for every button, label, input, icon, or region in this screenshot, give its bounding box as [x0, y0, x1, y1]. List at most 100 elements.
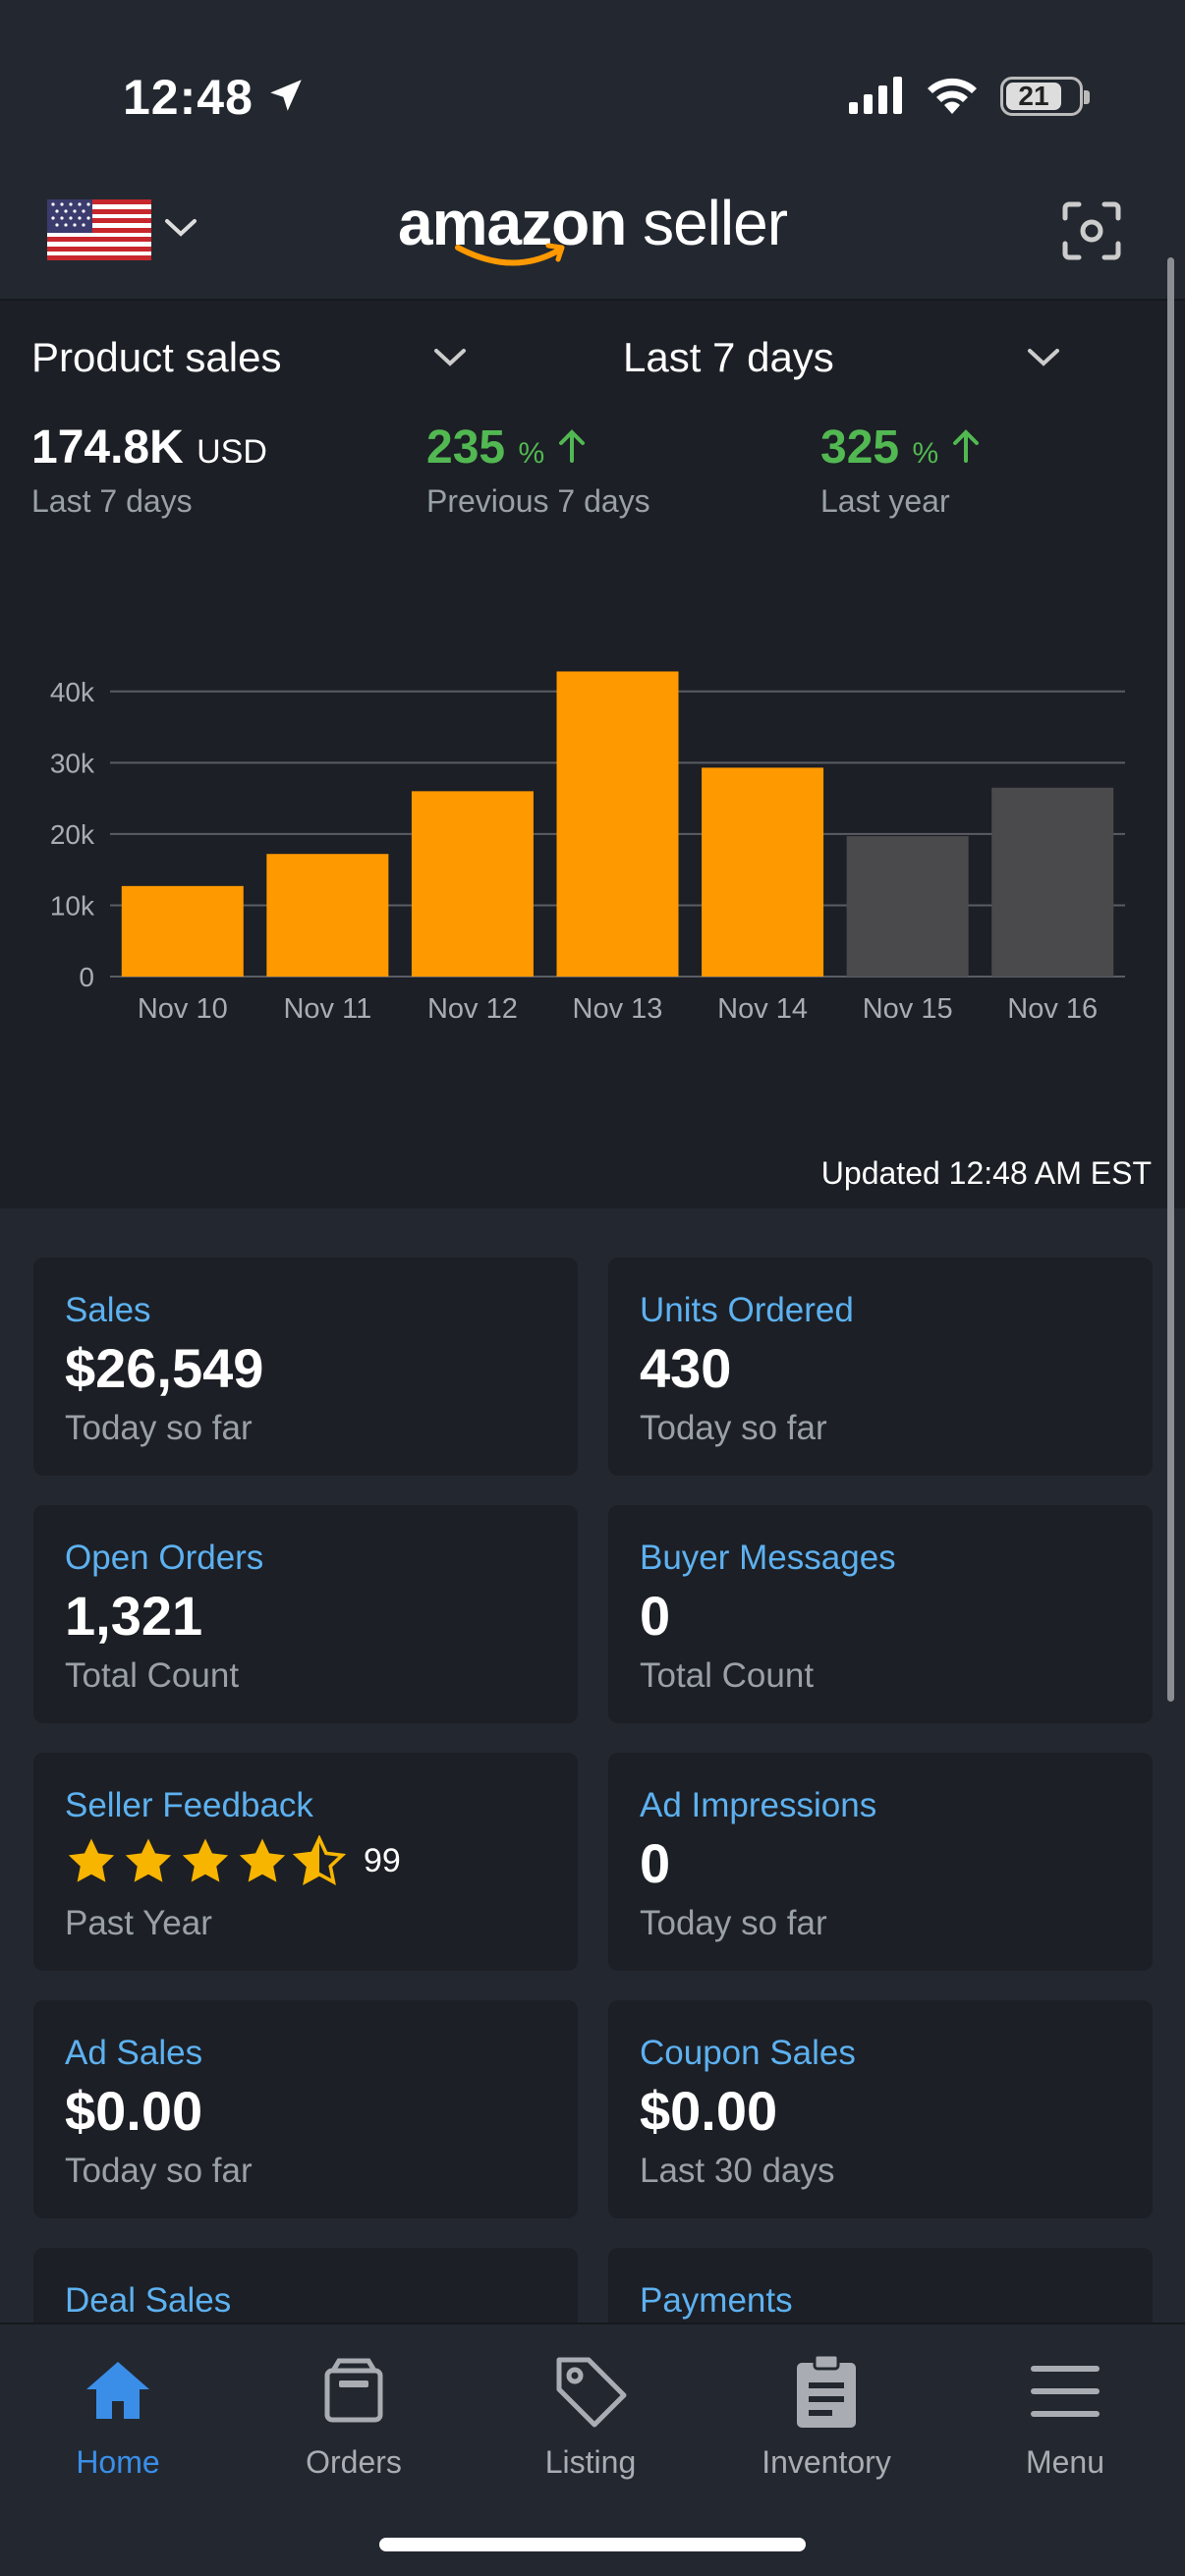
- card-ad-sales[interactable]: Ad Sales $0.00 Today so far: [33, 2000, 578, 2218]
- y-tick-label: 0: [79, 962, 94, 992]
- y-tick-label: 40k: [50, 677, 95, 707]
- tab-label: Listing: [544, 2444, 637, 2480]
- card-title: Open Orders: [65, 1539, 264, 1577]
- battery-icon: 21: [1000, 77, 1090, 116]
- star-full-icon: [68, 1838, 115, 1882]
- card-title: Units Ordered: [640, 1291, 854, 1329]
- x-tick-label: Nov 12: [427, 993, 518, 1025]
- card-value: 0: [640, 1832, 671, 1894]
- card-title: Deal Sales: [65, 2281, 232, 2320]
- home-icon: [20, 2344, 216, 2438]
- total-sales-unit: USD: [197, 433, 267, 471]
- x-tick-label: Nov 16: [1007, 993, 1098, 1025]
- card-buyer-messages[interactable]: Buyer Messages 0 Total Count: [608, 1505, 1153, 1723]
- last-year-label: Last year: [820, 483, 950, 519]
- tab-menu[interactable]: Menu: [967, 2344, 1163, 2481]
- bar-nov-11[interactable]: [266, 854, 389, 977]
- chevron-down-icon[interactable]: [1026, 346, 1061, 369]
- hamburger-icon: [967, 2344, 1163, 2438]
- bar-nov-16[interactable]: [991, 787, 1114, 977]
- bar-nov-10[interactable]: [121, 885, 244, 977]
- card-subtitle: Total Count: [640, 1656, 815, 1695]
- card-title: Sales: [65, 1291, 151, 1329]
- star-full-icon: [239, 1838, 286, 1882]
- arrow-up-icon: [953, 429, 980, 463]
- battery-level: 21: [1018, 81, 1049, 111]
- y-tick-label: 20k: [50, 819, 95, 850]
- tab-listing[interactable]: Listing: [492, 2344, 689, 2481]
- scrollbar[interactable]: [1167, 257, 1174, 1702]
- tab-home[interactable]: Home: [20, 2344, 216, 2481]
- card-value: $0.00: [640, 2080, 778, 2142]
- cellular-signal-icon: [849, 77, 902, 114]
- sales-summary: Product sales Last 7 days 174.8K USD Las…: [0, 301, 1185, 1208]
- logo-sub-text: seller: [643, 188, 788, 258]
- x-tick-label: Nov 11: [283, 993, 371, 1025]
- chevron-down-icon[interactable]: [432, 346, 468, 369]
- prev-period-change: 235 %: [426, 420, 587, 475]
- wifi-icon: [928, 78, 977, 114]
- card-coupon-sales[interactable]: Coupon Sales $0.00 Last 30 days: [608, 2000, 1153, 2218]
- updated-timestamp: Updated 12:48 AM EST: [820, 1155, 1152, 1191]
- card-subtitle: Total Count: [65, 1656, 240, 1695]
- tab-label: Menu: [1025, 2444, 1105, 2480]
- status-time: 12:48: [123, 70, 254, 125]
- bar-nov-13[interactable]: [556, 671, 679, 977]
- tab-inventory[interactable]: Inventory: [728, 2344, 925, 2481]
- x-tick-label: Nov 13: [573, 993, 663, 1025]
- last-year-change: 325 %: [820, 420, 981, 475]
- tab-label: Inventory: [762, 2444, 891, 2480]
- box-icon: [255, 2344, 452, 2438]
- card-value: 430: [640, 1337, 732, 1399]
- card-open-orders[interactable]: Open Orders 1,321 Total Count: [33, 1505, 578, 1723]
- star-full-icon: [125, 1838, 172, 1882]
- card-subtitle: Today so far: [65, 1409, 253, 1447]
- card-subtitle: Last 30 days: [640, 2152, 835, 2190]
- card-seller-feedback[interactable]: Seller Feedback 99 Past Year: [33, 1753, 578, 1971]
- scan-icon[interactable]: [1061, 200, 1122, 261]
- card-units-ordered[interactable]: Units Ordered 430 Today so far: [608, 1258, 1153, 1476]
- y-tick-label: 30k: [50, 748, 95, 778]
- bar-nov-14[interactable]: [702, 767, 824, 977]
- tab-orders[interactable]: Orders: [255, 2344, 452, 2481]
- card-value: $0.00: [65, 2080, 203, 2142]
- total-sales-label: Last 7 days: [31, 483, 193, 519]
- home-indicator[interactable]: [379, 2538, 806, 2551]
- card-title: Ad Sales: [65, 2034, 203, 2072]
- card-subtitle: Today so far: [65, 2152, 253, 2190]
- card-subtitle: Today so far: [640, 1904, 827, 1942]
- period-dropdown[interactable]: Last 7 days: [623, 334, 834, 381]
- card-title: Buyer Messages: [640, 1539, 896, 1577]
- tab-label: Home: [76, 2444, 160, 2480]
- card-value: $26,549: [65, 1337, 264, 1399]
- app-header: 12:48 21 amazon seller: [0, 0, 1185, 300]
- metric-dropdown[interactable]: Product sales: [31, 334, 281, 381]
- amazon-smile-icon: [455, 243, 565, 266]
- card-title: Payments: [640, 2281, 793, 2320]
- x-tick-label: Nov 15: [863, 993, 953, 1025]
- clipboard-icon: [728, 2344, 925, 2438]
- card-value: 0: [640, 1585, 671, 1647]
- card-sales[interactable]: Sales $26,549 Today so far: [33, 1258, 578, 1476]
- card-title: Ad Impressions: [640, 1786, 877, 1824]
- bar-nov-12[interactable]: [411, 791, 534, 977]
- feedback-count: 99: [364, 1841, 401, 1879]
- card-title: Seller Feedback: [65, 1786, 313, 1824]
- dashboard-cards: Sales $26,549 Today so far Units Ordered 430…: [0, 1208, 1185, 2323]
- star-full-icon: [182, 1838, 229, 1882]
- tab-label: Orders: [306, 2444, 402, 2480]
- card-value: 1,321: [65, 1585, 203, 1647]
- x-tick-label: Nov 10: [138, 993, 228, 1025]
- card-ad-impressions[interactable]: Ad Impressions 0 Today so far: [608, 1753, 1153, 1971]
- sales-bar-chart: 0 10k 20k 30k 40k Nov 10 Nov 11 Nov 12 Nov 13 Nov…: [50, 671, 1125, 1025]
- card-payments[interactable]: Payments: [608, 2248, 1153, 2323]
- card-deal-sales[interactable]: Deal Sales: [33, 2248, 578, 2323]
- prev-period-label: Previous 7 days: [426, 483, 650, 519]
- total-sales-value: 174.8K USD: [31, 421, 267, 474]
- x-tick-label: Nov 14: [717, 993, 808, 1025]
- y-tick-label: 10k: [50, 890, 95, 921]
- star-half-icon: [293, 1835, 346, 1886]
- amazon-seller-logo: amazon seller: [0, 187, 1185, 259]
- star-rating: 99: [65, 1835, 401, 1886]
- bar-nov-15[interactable]: [846, 836, 969, 977]
